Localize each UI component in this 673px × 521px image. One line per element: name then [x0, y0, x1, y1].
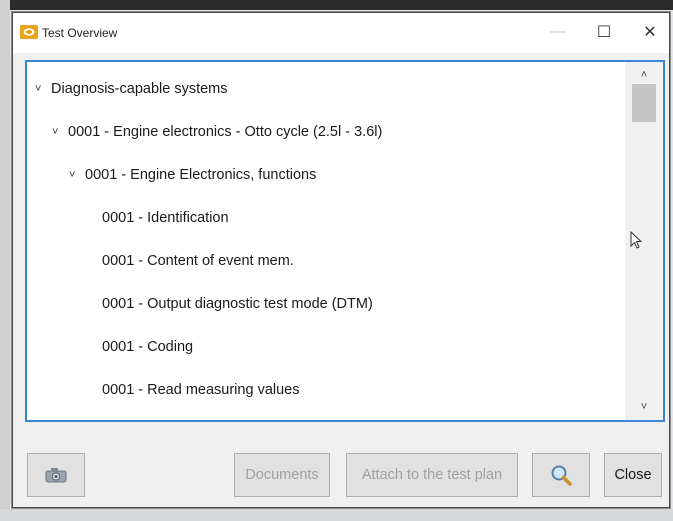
app-logo-icon: [20, 25, 38, 39]
mouse-pointer-icon: [630, 231, 643, 249]
documents-button[interactable]: Documents: [234, 453, 330, 497]
search-button[interactable]: [532, 453, 590, 497]
tree-node-label: 0001 - Coding: [102, 339, 194, 355]
tree-node-engine-electronics-otto[interactable]: ˅ 0001 - Engine electronics - Otto cycle …: [52, 121, 382, 143]
tree-node-label: 0001 - Engine Electronics, functions: [85, 167, 317, 183]
tree-node-engine-electronics-functions[interactable]: ˅ 0001 - Engine Electronics, functions: [69, 164, 316, 186]
background-bottom-strip: [0, 509, 673, 521]
close-button[interactable]: Close: [604, 453, 662, 497]
close-icon: ✕: [643, 24, 657, 41]
tree-node-output-dtm[interactable]: 0001 - Output diagnostic test mode (DTM): [102, 293, 373, 315]
maximize-icon: ☐: [596, 24, 612, 41]
minimize-button[interactable]: —: [535, 13, 581, 51]
tree-node-coding[interactable]: 0001 - Coding: [102, 336, 193, 358]
tree-node-label: 0001 - Content of event mem.: [102, 253, 294, 269]
tree-node-label: 0001 - Output diagnostic test mode (DTM): [102, 296, 373, 312]
tree-node-label: 0001 - Read measuring values: [102, 382, 300, 398]
chevron-down-icon[interactable]: ˅: [69, 164, 79, 186]
scroll-thumb[interactable]: [632, 84, 656, 122]
maximize-button[interactable]: ☐: [581, 13, 627, 51]
screenshot-button[interactable]: [27, 453, 85, 497]
window-title: Test Overview: [42, 26, 118, 40]
test-tree-view[interactable]: ˅ Diagnosis-capable systems ˅ 0001 - Engin…: [25, 60, 665, 422]
magnifier-icon: [551, 465, 572, 486]
scroll-up-icon[interactable]: ˄: [625, 64, 663, 86]
scroll-down-icon[interactable]: ˅: [625, 396, 663, 418]
title-bar[interactable]: Test Overview — ☐ ✕: [13, 13, 669, 53]
tree-node-read-measuring-values[interactable]: 0001 - Read measuring values: [102, 379, 299, 401]
attach-to-test-plan-button[interactable]: Attach to the test plan: [346, 453, 518, 497]
minimize-icon: —: [550, 23, 566, 40]
background-window-edge: [0, 0, 673, 10]
tree-node-label: 0001 - Identification: [102, 210, 229, 226]
tree-node-label: 0001 - Engine electronics - Otto cycle (…: [68, 124, 383, 140]
tree-node-label: Diagnosis-capable systems: [51, 81, 228, 97]
camera-icon: [45, 468, 67, 483]
chevron-down-icon[interactable]: ˅: [35, 78, 45, 100]
close-window-button[interactable]: ✕: [627, 13, 673, 51]
chevron-down-icon[interactable]: ˅: [52, 121, 62, 143]
tree-node-event-memory[interactable]: 0001 - Content of event mem.: [102, 250, 294, 272]
tree-node-identification[interactable]: 0001 - Identification: [102, 207, 229, 229]
tree-node-diagnosis-capable-systems[interactable]: ˅ Diagnosis-capable systems: [35, 78, 228, 100]
test-overview-dialog: Test Overview — ☐ ✕ ˅ Diagnosis-capable s…: [12, 12, 670, 508]
background-app-strip: [0, 0, 10, 521]
